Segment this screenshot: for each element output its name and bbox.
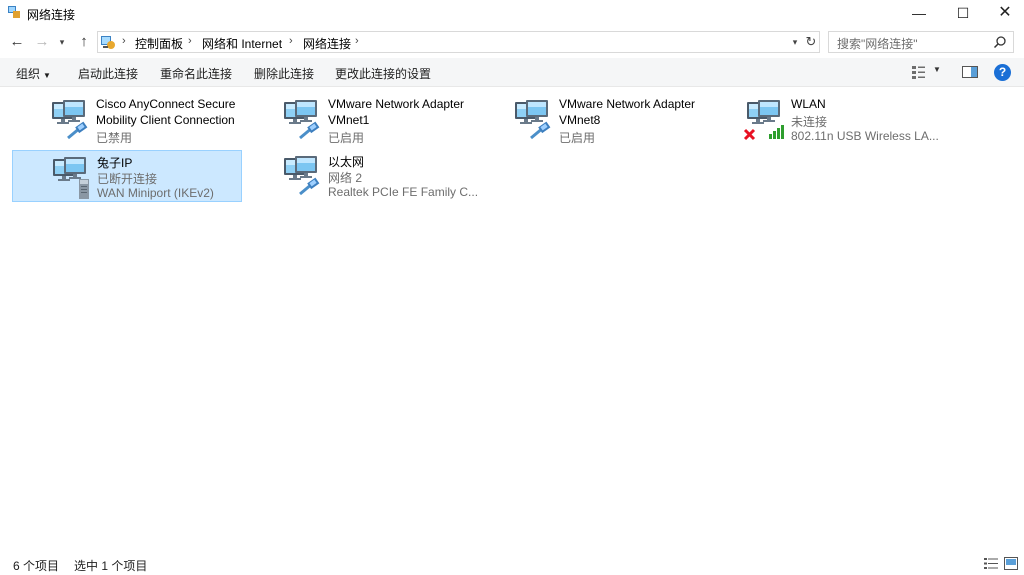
connection-name-line2: Mobility Client Connection — [96, 113, 235, 127]
minimize-button[interactable]: — — [896, 0, 942, 26]
connection-status: 未连接 — [791, 115, 828, 129]
breadcrumb-separator: › — [289, 35, 293, 47]
breadcrumb-separator: › — [188, 35, 192, 47]
maximize-button[interactable]: ☐ — [940, 0, 986, 26]
breadcrumb-network-internet[interactable]: 网络和 Internet — [202, 35, 282, 52]
connection-status: 网络 2 — [328, 171, 363, 185]
connection-item-cisco[interactable]: Cisco AnyConnect Secure Mobility Client … — [12, 94, 242, 146]
recent-locations-button[interactable]: ▾ — [56, 32, 68, 52]
connection-device: WAN Miniport (IKEv2) — [97, 186, 214, 200]
back-button[interactable]: ← — [7, 32, 27, 52]
rename-connection-button[interactable]: 重命名此连接 — [160, 65, 232, 82]
network-connections-app-icon — [8, 6, 20, 18]
navigation-bar: ← → ▾ ↑ › 控制面板 › 网络和 Internet › 网络连接 › ▾… — [0, 28, 1024, 56]
refresh-button[interactable]: ↻ — [804, 33, 818, 51]
search-box[interactable]: 搜索"网络连接" — [828, 31, 1014, 53]
connection-name: 以太网 — [328, 155, 365, 169]
delete-connection-button[interactable]: 删除此连接 — [254, 65, 314, 82]
window-title: 网络连接 — [27, 8, 76, 22]
connection-name: VMware Network Adapter — [328, 97, 465, 111]
breadcrumb-network-connections[interactable]: 网络连接 — [303, 35, 351, 52]
status-bar: 6 个项目 选中 1 个项目 — [0, 552, 1024, 575]
connection-name: WLAN — [791, 97, 826, 111]
organize-dropdown-arrow: ▼ — [43, 71, 51, 80]
connection-device: 802.11n USB Wireless LA... — [791, 129, 939, 143]
title-bar: 网络连接 — ☐ ✕ — [0, 0, 1024, 26]
connection-name: Cisco AnyConnect Secure — [96, 97, 236, 111]
connection-item-ethernet[interactable]: 以太网 网络 2 Realtek PCIe FE Family C... — [244, 150, 478, 202]
connection-name-line2: VMnet1 — [328, 113, 370, 127]
breadcrumb-separator[interactable]: › — [355, 35, 359, 47]
organize-menu[interactable]: 组织 ▼ — [16, 65, 51, 82]
connection-item-vmnet1[interactable]: VMware Network Adapter VMnet1 已启用 — [244, 94, 474, 146]
error-x-icon — [743, 128, 756, 141]
preview-pane-icon[interactable] — [962, 66, 978, 78]
connection-status: 已启用 — [328, 131, 365, 145]
connection-name: 兔子IP — [97, 156, 133, 170]
selected-count: 选中 1 个项目 — [74, 559, 148, 573]
command-bar: 组织 ▼ 启动此连接 重命名此连接 删除此连接 更改此连接的设置 ▼ ? — [0, 58, 1024, 87]
control-panel-icon — [101, 36, 115, 49]
network-adapter-icon — [52, 100, 89, 140]
change-settings-button[interactable]: 更改此连接的设置 — [335, 65, 431, 82]
forward-button[interactable]: → — [32, 32, 52, 52]
connection-name: VMware Network Adapter — [559, 97, 696, 111]
organize-label: 组织 — [16, 67, 41, 81]
network-adapter-icon — [284, 100, 321, 140]
wireless-adapter-icon — [743, 100, 784, 141]
network-adapter-icon — [515, 100, 552, 140]
start-connection-button[interactable]: 启动此连接 — [78, 65, 138, 82]
view-options-dropdown[interactable]: ▼ — [933, 65, 941, 74]
close-button[interactable]: ✕ — [982, 0, 1024, 26]
help-icon[interactable]: ? — [994, 64, 1011, 81]
connection-status: 已禁用 — [96, 131, 133, 145]
breadcrumb-separator: › — [122, 35, 126, 47]
address-dropdown-button[interactable]: ▾ — [788, 34, 802, 50]
address-bar[interactable]: › 控制面板 › 网络和 Internet › 网络连接 › ▾ ↻ — [97, 31, 820, 53]
details-view-icon[interactable] — [984, 557, 998, 570]
connection-item-wlan[interactable]: WLAN 未连接 802.11n USB Wireless LA... — [707, 94, 939, 146]
connection-item-vmnet8[interactable]: VMware Network Adapter VMnet8 已启用 — [475, 94, 705, 146]
network-adapter-icon — [284, 156, 321, 196]
connection-item-tuziip[interactable]: 兔子IP 已断开连接 WAN Miniport (IKEv2) — [12, 150, 242, 202]
search-placeholder[interactable]: 搜索"网络连接" — [837, 35, 918, 52]
large-icons-view-icon[interactable] — [1004, 557, 1018, 570]
up-button[interactable]: ↑ — [74, 32, 94, 52]
item-count: 6 个项目 — [13, 559, 60, 573]
breadcrumb-control-panel[interactable]: 控制面板 — [135, 35, 183, 52]
vpn-connection-icon — [53, 157, 89, 199]
change-view-icon[interactable] — [911, 65, 927, 79]
connection-status: 已启用 — [559, 131, 596, 145]
connection-name-line2: VMnet8 — [559, 113, 601, 127]
connection-device: Realtek PCIe FE Family C... — [328, 185, 479, 199]
connection-status: 已断开连接 — [97, 172, 158, 186]
search-icon[interactable] — [993, 35, 1007, 49]
